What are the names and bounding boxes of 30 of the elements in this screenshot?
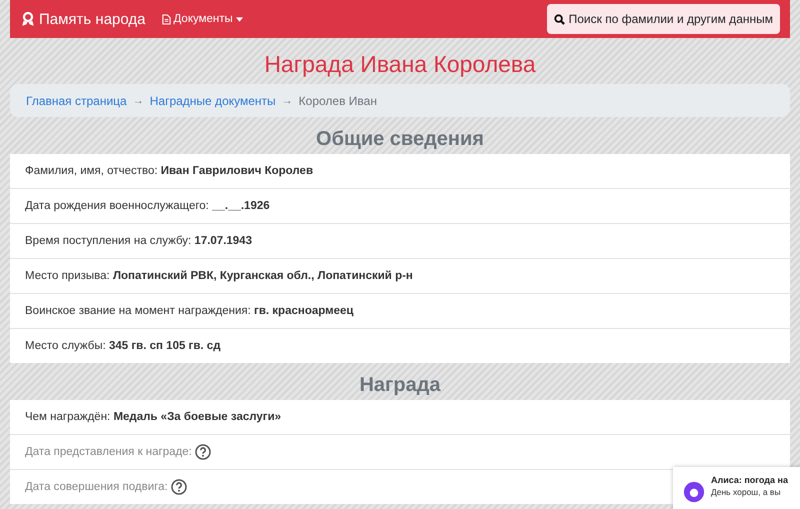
info-row-label: Дата совершения подвига: [25,481,168,493]
info-row-text: Место призыва: Лопатинский РВК, Курганская обл., Лопатинский р-н [25,270,413,282]
breadcrumb-link[interactable]: Наградные документы [150,94,276,108]
search-button[interactable]: Поиск по фамилии и другим данным [546,4,780,34]
info-row-text: Чем награждён: Медаль «За боевые заслуги» [25,411,282,423]
info-row-label: Дата представления к награде: [25,446,192,458]
arrow-separator: → [132,94,144,106]
notification-title: Алиса: погода на [711,475,788,485]
info-row-text: Дата рождения военнослужащего: __.__.1926 [25,200,270,212]
section-heading: Награда [358,373,442,397]
page-title: Награда Ивана Королева [263,50,537,78]
documents-menu[interactable]: Документы [162,13,243,25]
help-icon[interactable] [194,444,211,460]
help-icon[interactable] [170,479,187,495]
info-row-text: Воинское звание на момент награждения: гв. красноармеец [25,305,354,317]
document-icon [162,14,170,24]
section-heading: Общие сведения [315,127,485,151]
notification-text: День хорош, а вы [711,487,782,497]
medal-icon [22,12,34,26]
brand-link[interactable]: Память народа [22,10,146,28]
arrow-separator: → [282,94,293,106]
notification-popup[interactable]: Алиса: погода на День хорош, а вы [673,467,800,509]
search-icon [554,14,565,24]
info-row-text: Фамилия, имя, отчество: Иван Гаврилович Королев [25,165,314,177]
breadcrumb-link[interactable]: Главная страница [26,94,127,108]
info-row-text: Место службы: 345 гв. сп 105 гв. сд [25,340,220,352]
info-row-text: Время поступления на службу: 17.07.1943 [25,235,252,247]
assistant-logo-icon [683,481,705,503]
breadcrumb-current: Королев Иван [298,94,377,108]
caret-icon [236,16,243,22]
